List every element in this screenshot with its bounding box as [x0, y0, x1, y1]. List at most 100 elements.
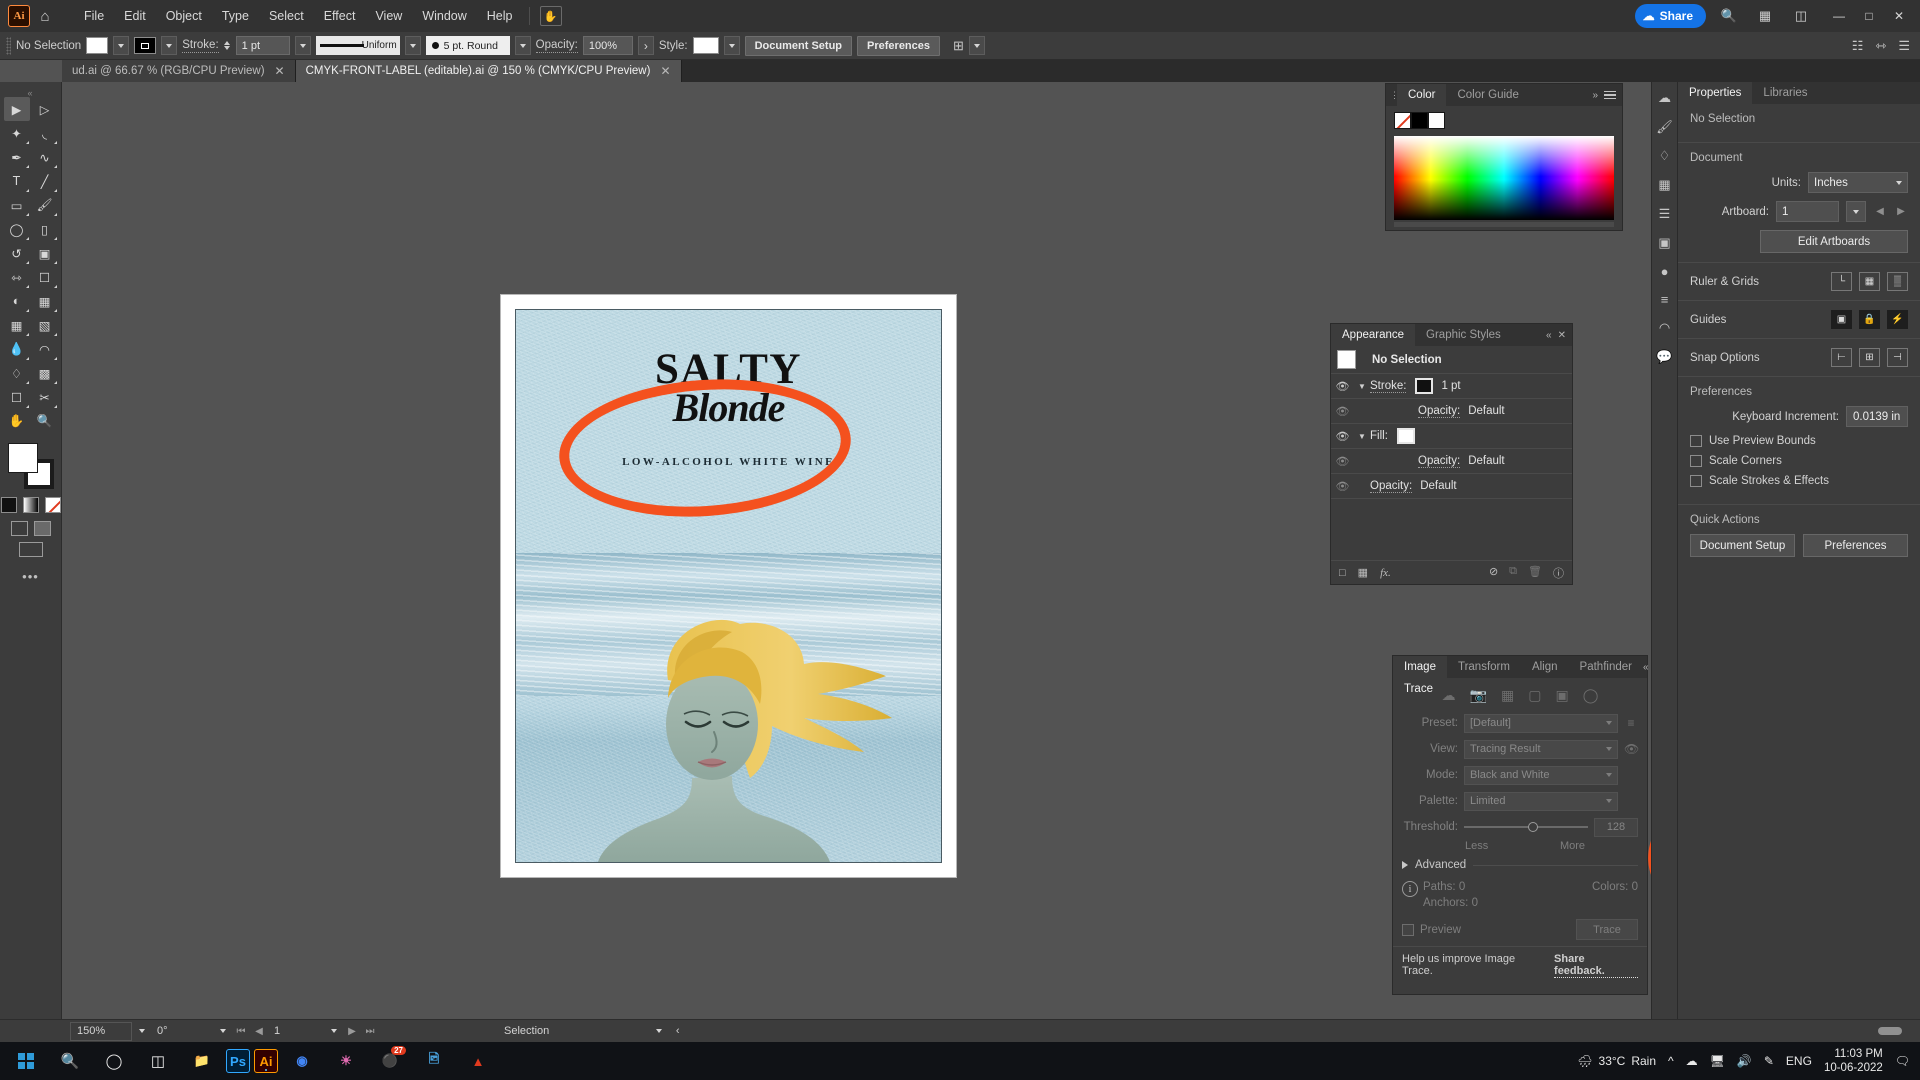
stroke-profile-field[interactable]: Uniform: [315, 36, 400, 55]
gradient-panel-icon[interactable]: ▣: [1658, 235, 1670, 251]
artboard-field[interactable]: 1: [1776, 201, 1839, 222]
lasso-tool[interactable]: ◟: [32, 121, 58, 145]
tab-graphic-styles[interactable]: Graphic Styles: [1415, 324, 1512, 346]
control-bar-menu-icon[interactable]: ☰: [1898, 38, 1910, 54]
appearance-row-fill[interactable]: 👁 ▼ Fill:: [1331, 424, 1572, 449]
appearance-collapse-icon[interactable]: «: [1546, 330, 1552, 341]
arrange-icon[interactable]: ⇿: [1875, 38, 1886, 54]
black-white-icon[interactable]: ▣: [1556, 687, 1569, 704]
menu-object[interactable]: Object: [156, 0, 212, 32]
threshold-value[interactable]: 128: [1594, 817, 1638, 837]
share-button[interactable]: ☁ Share: [1634, 4, 1706, 28]
opacity-options[interactable]: ›: [637, 36, 654, 55]
add-new-effect-icon[interactable]: fx.: [1380, 567, 1391, 579]
symbols-icon[interactable]: ♢: [1659, 148, 1671, 164]
weather-widget[interactable]: 🌧 33°C Rain: [1577, 1054, 1656, 1068]
swatches-icon[interactable]: ▦: [1658, 177, 1670, 193]
outline-icon[interactable]: ◯: [1583, 687, 1599, 704]
rotate-tool[interactable]: ↺: [4, 241, 30, 265]
type-tool[interactable]: T: [4, 169, 30, 193]
control-bar-grip[interactable]: [6, 36, 11, 55]
tab-properties[interactable]: Properties: [1678, 82, 1753, 104]
shape-builder-tool[interactable]: ◐: [4, 289, 30, 313]
menu-select[interactable]: Select: [259, 0, 314, 32]
taskbar-chrome[interactable]: ◉: [282, 1042, 322, 1080]
menu-view[interactable]: View: [365, 0, 412, 32]
document-setup-button[interactable]: Document Setup: [744, 35, 853, 56]
clock[interactable]: 11:03 PM 10-06-2022: [1824, 1047, 1883, 1076]
edit-toolbar-icon[interactable]: •••: [0, 569, 61, 584]
windows-start-icon[interactable]: [6, 1042, 46, 1080]
none-color-swatch[interactable]: [1394, 112, 1411, 129]
blend-tool[interactable]: ◠: [32, 337, 58, 361]
gradient-mode-icon[interactable]: [22, 497, 39, 513]
show-transparency-grid-icon[interactable]: ▒: [1887, 272, 1908, 291]
perspective-grid-tool[interactable]: ▦: [32, 289, 58, 313]
preset-select[interactable]: [Default]: [1464, 713, 1618, 733]
visibility-icon[interactable]: 👁: [1331, 430, 1354, 443]
taskbar-messenger[interactable]: ⚫ 27: [370, 1042, 410, 1080]
align-dropdown[interactable]: [968, 36, 985, 55]
low-color-icon[interactable]: ▦: [1501, 687, 1514, 704]
minimize-button[interactable]: —: [1824, 0, 1854, 32]
color-spectrum[interactable]: [1394, 136, 1614, 220]
curvature-tool[interactable]: ∿: [32, 145, 58, 169]
document-tab-2[interactable]: CMYK-FRONT-LABEL (editable).ai @ 150 % (…: [295, 60, 682, 82]
image-trace-panel[interactable]: Image Trace Transform Align Pathfinder «…: [1392, 655, 1663, 995]
rotation-dropdown-icon[interactable]: [213, 1022, 232, 1041]
visibility-icon[interactable]: 👁: [1331, 380, 1354, 393]
add-new-fill-icon[interactable]: ▦: [1358, 566, 1368, 579]
clear-appearance-icon[interactable]: ⊘: [1489, 565, 1498, 581]
taskbar-file-explorer[interactable]: 📁: [182, 1042, 222, 1080]
artboard-number-field[interactable]: 1: [268, 1022, 324, 1041]
previous-artboard-icon[interactable]: ◀: [250, 1026, 268, 1037]
maximize-button[interactable]: □: [1854, 0, 1884, 32]
taskbar-photos[interactable]: 🖻: [414, 1042, 454, 1080]
appearance-row-object-opacity[interactable]: 👁 Opacity: Default: [1331, 474, 1572, 499]
status-prev-icon[interactable]: ‹: [668, 1022, 687, 1041]
trace-button[interactable]: Trace: [1576, 919, 1638, 940]
pathfinder-panel-icon[interactable]: ◠: [1659, 320, 1670, 336]
info-icon[interactable]: ⓘ: [1553, 565, 1564, 581]
artboard[interactable]: SALTY Blonde LOW-ALCOHOL WHITE WINE: [501, 295, 956, 877]
close-button[interactable]: ✕: [1884, 0, 1914, 32]
stroke-panel-icon[interactable]: ☰: [1659, 206, 1671, 222]
brush-definition-field[interactable]: 5 pt. Round: [425, 36, 510, 55]
rotation-field[interactable]: 0°: [151, 1022, 213, 1041]
network-icon[interactable]: 🖥: [1710, 1054, 1725, 1068]
document-tab-1-close-icon[interactable]: ✕: [275, 64, 285, 78]
notification-icon[interactable]: 🗨: [1895, 1054, 1910, 1068]
tab-transform[interactable]: Transform: [1447, 656, 1521, 678]
chevron-down-icon[interactable]: ▼: [1354, 432, 1370, 441]
tab-appearance[interactable]: Appearance: [1331, 324, 1416, 346]
taskbar-photoshop[interactable]: Ps: [226, 1049, 250, 1073]
trace-collapse-icon[interactable]: «: [1643, 662, 1649, 673]
arrange-documents-icon[interactable]: ▦: [1752, 3, 1778, 29]
smart-guides-icon[interactable]: ⚡: [1887, 310, 1908, 329]
next-artboard-icon[interactable]: ▶: [343, 1026, 361, 1037]
tab-color-guide[interactable]: Color Guide: [1446, 84, 1529, 106]
line-segment-tool[interactable]: ╱: [32, 169, 58, 193]
taskbar-palette-app[interactable]: ☀: [326, 1042, 366, 1080]
appearance-row-stroke[interactable]: 👁 ▼ Stroke: 1 pt: [1331, 374, 1572, 399]
lock-guides-icon[interactable]: 🔒: [1859, 310, 1880, 329]
show-guides-icon[interactable]: ▣: [1831, 310, 1852, 329]
auto-color-icon[interactable]: ☁: [1442, 687, 1456, 704]
mode-select[interactable]: Black and White: [1464, 765, 1618, 785]
next-artboard-icon[interactable]: ▶: [1894, 206, 1908, 217]
graphic-style-swatch[interactable]: [692, 37, 719, 54]
brushes-icon[interactable]: 🖌: [1656, 119, 1673, 135]
language-indicator[interactable]: ENG: [1786, 1054, 1812, 1068]
tools-panel-grip[interactable]: «: [0, 88, 61, 98]
tab-align[interactable]: Align: [1521, 656, 1569, 678]
color-mode-icon[interactable]: [0, 497, 17, 513]
transparency-icon[interactable]: ●: [1661, 264, 1669, 279]
search-icon[interactable]: 🔍: [1716, 3, 1742, 29]
first-artboard-icon[interactable]: ⏮: [232, 1026, 250, 1037]
drawing-mode-icon[interactable]: [10, 521, 28, 536]
stroke-dropdown[interactable]: [161, 36, 178, 55]
appearance-panel[interactable]: Appearance Graphic Styles « ✕ No Selecti…: [1330, 323, 1573, 585]
previous-artboard-icon[interactable]: ◀: [1873, 206, 1887, 217]
zoom-dropdown-icon[interactable]: [132, 1022, 151, 1041]
tab-libraries[interactable]: Libraries: [1752, 82, 1818, 104]
